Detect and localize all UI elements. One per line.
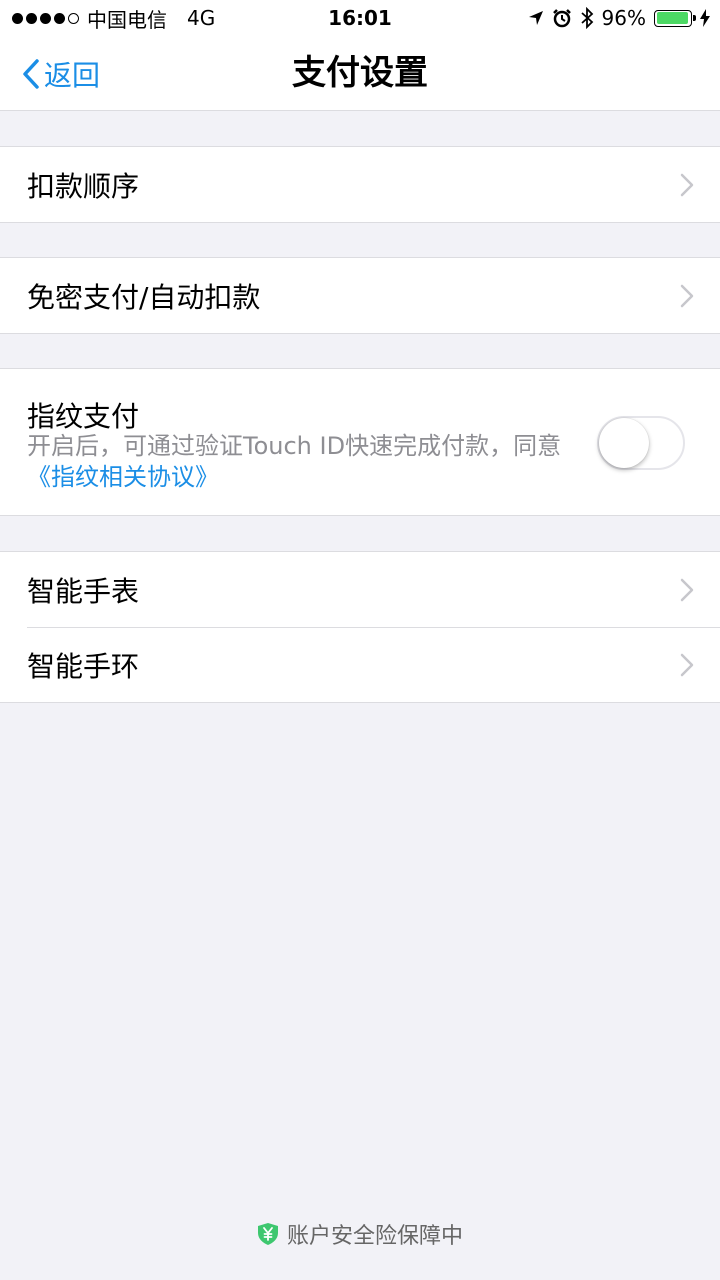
fingerprint-toggle[interactable]	[597, 416, 685, 470]
smart-band-item[interactable]: 智能手环	[0, 627, 720, 702]
deduction-order-group: 扣款顺序	[0, 146, 720, 223]
toggle-knob	[599, 418, 649, 468]
battery-percent: 96%	[601, 6, 646, 30]
alarm-icon	[552, 9, 571, 28]
status-bar-right: 96%	[528, 0, 710, 36]
battery-icon	[654, 9, 696, 27]
page-title: 支付设置	[292, 53, 428, 93]
fingerprint-description: 开启后，可通过验证Touch ID快速完成付款，同意《指纹相关协议》	[27, 431, 589, 493]
password-free-label: 免密支付/自动扣款	[27, 280, 261, 314]
bluetooth-icon	[580, 7, 593, 29]
fingerprint-group: 指纹支付 开启后，可通过验证Touch ID快速完成付款，同意《指纹相关协议》	[0, 368, 720, 516]
location-icon	[528, 11, 543, 25]
deduction-order-item[interactable]: 扣款顺序	[0, 147, 720, 222]
account-insurance-footer: 账户安全险保障中	[0, 1218, 720, 1250]
fingerprint-agreement-link[interactable]: 《指纹相关协议》	[27, 463, 219, 491]
navigation-bar: 返回 支付设置	[0, 36, 720, 111]
chevron-right-icon	[680, 173, 694, 196]
shield-yuan-icon	[257, 1223, 278, 1245]
smart-band-label: 智能手环	[27, 649, 140, 683]
password-free-group: 免密支付/自动扣款	[0, 257, 720, 334]
charging-icon	[700, 9, 710, 27]
fingerprint-title: 指纹支付	[27, 400, 140, 433]
fingerprint-desc-text: 开启后，可通过验证Touch ID快速完成付款，同意	[27, 432, 562, 460]
fingerprint-payment-item: 指纹支付 开启后，可通过验证Touch ID快速完成付款，同意《指纹相关协议》	[0, 369, 720, 515]
smart-watch-label: 智能手表	[27, 574, 140, 608]
password-free-item[interactable]: 免密支付/自动扣款	[0, 258, 720, 333]
footer-text: 账户安全险保障中	[286, 1224, 463, 1249]
wearables-group: 智能手表 智能手环	[0, 551, 720, 703]
smart-watch-item[interactable]: 智能手表	[0, 552, 720, 627]
battery-level	[656, 12, 689, 24]
deduction-order-label: 扣款顺序	[27, 169, 140, 203]
chevron-right-icon	[680, 578, 694, 601]
chevron-right-icon	[680, 653, 694, 676]
status-bar: 中国电信 4G 16:01 96%	[0, 0, 720, 36]
chevron-right-icon	[680, 284, 694, 307]
